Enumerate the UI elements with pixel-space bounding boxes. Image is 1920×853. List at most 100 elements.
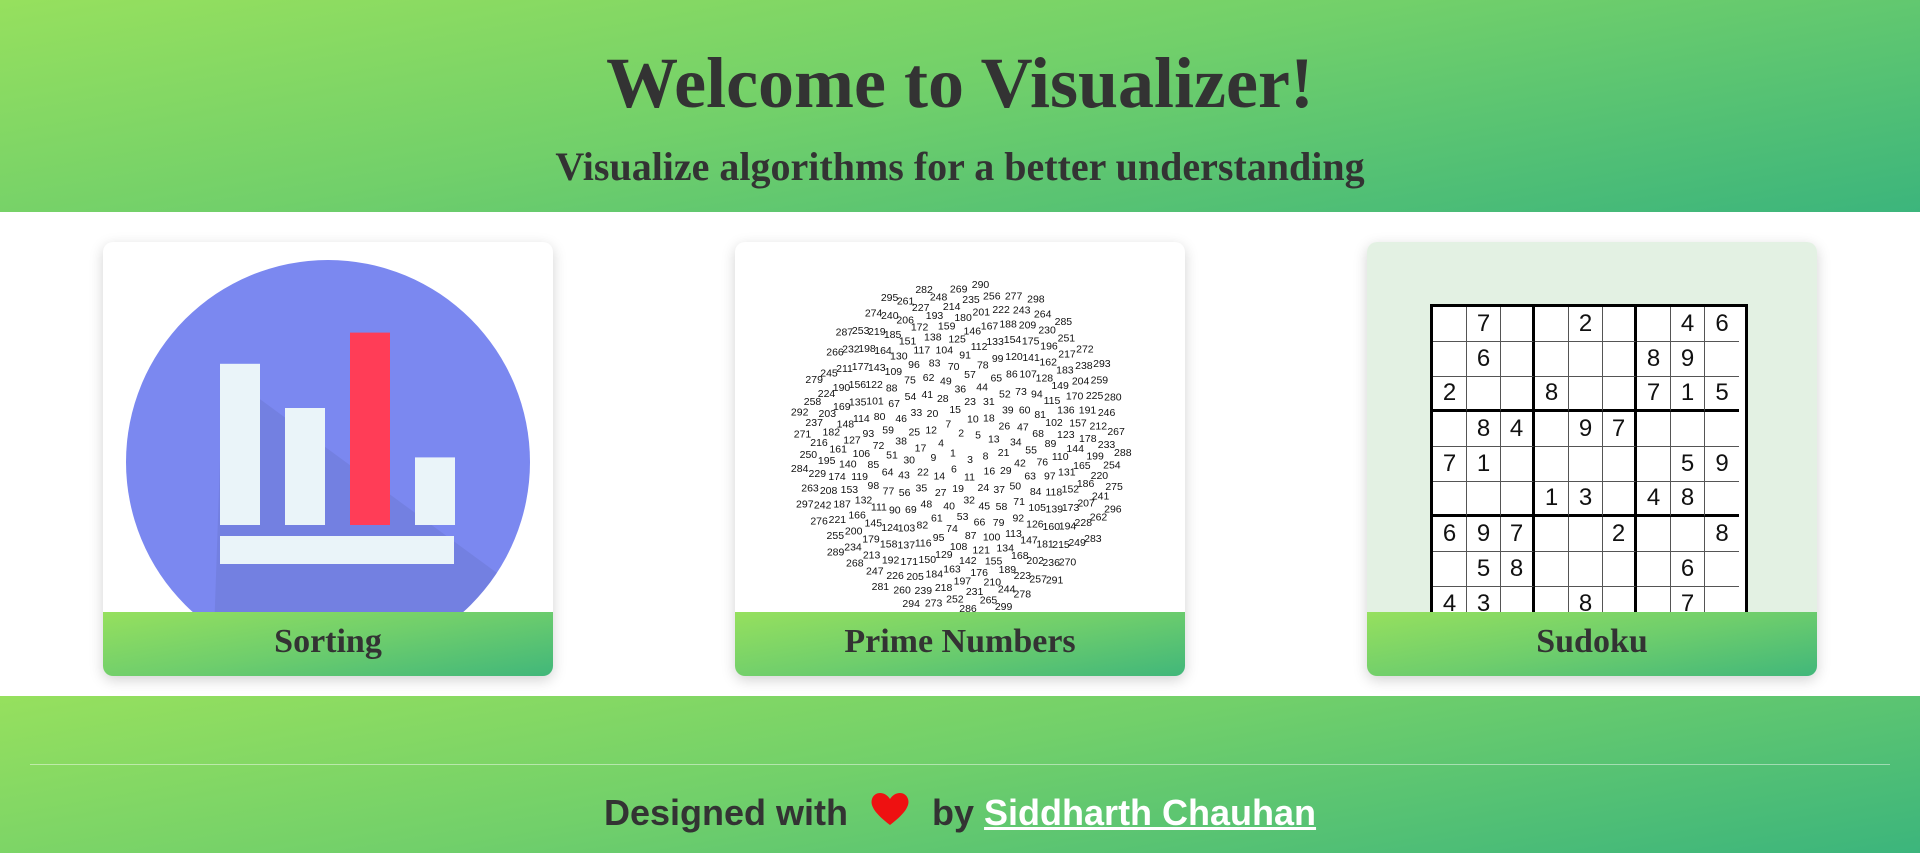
prime-number-label: 46 [895, 413, 907, 425]
prime-number-label: 192 [882, 555, 900, 567]
sudoku-cell: 8 [1569, 587, 1603, 612]
prime-number-label: 154 [1004, 334, 1022, 346]
prime-number-label: 238 [1075, 360, 1093, 372]
prime-number-label: 184 [926, 569, 944, 581]
prime-numbers-card-label: Prime Numbers [735, 612, 1185, 676]
prime-number-label: 7 [945, 419, 951, 431]
sudoku-cell: 6 [1467, 342, 1501, 377]
prime-number-label: 26 [999, 421, 1011, 433]
sorting-icon-bar [415, 457, 455, 525]
sudoku-cell [1433, 412, 1467, 447]
prime-number-label: 133 [986, 336, 1004, 348]
sudoku-card-label: Sudoku [1367, 612, 1817, 676]
sudoku-cell [1705, 412, 1739, 447]
prime-number-label: 270 [1059, 557, 1077, 569]
prime-number-label: 237 [805, 417, 823, 429]
prime-number-label: 188 [999, 319, 1017, 331]
prime-number-label: 218 [935, 582, 953, 594]
prime-numbers-card[interactable]: 1 2 3 4 5 6 7 8 9 10 11 12 13 14 15 16 17 18 19 20 21 22 23 24 2… [735, 242, 1185, 676]
prime-number-label: 2 [958, 428, 964, 440]
prime-number-label: 18 [983, 412, 995, 424]
prime-number-label: 62 [923, 372, 935, 384]
prime-number-label: 103 [898, 523, 916, 535]
prime-number-label: 175 [1022, 336, 1040, 348]
prime-number-label: 13 [988, 434, 1000, 446]
prime-number-label: 144 [1066, 443, 1084, 455]
prime-number-label: 290 [972, 279, 990, 291]
prime-number-label: 41 [921, 389, 933, 401]
sudoku-cell: 1 [1467, 447, 1501, 482]
sudoku-cell: 6 [1671, 552, 1705, 587]
sudoku-cell: 3 [1467, 587, 1501, 612]
prime-number-label: 54 [905, 391, 917, 403]
prime-number-label: 23 [964, 396, 976, 408]
sudoku-cell [1535, 517, 1569, 552]
prime-number-label: 32 [963, 495, 975, 507]
prime-number-label: 63 [1024, 471, 1036, 483]
prime-number-label: 190 [833, 382, 851, 394]
prime-number-label: 96 [908, 359, 920, 371]
prime-number-label: 271 [794, 429, 812, 441]
prime-number-label: 28 [937, 393, 949, 405]
prime-number-label: 4 [938, 438, 944, 450]
prime-number-label: 282 [915, 284, 933, 296]
prime-number-label: 230 [1038, 324, 1056, 336]
prime-number-label: 283 [1084, 533, 1102, 545]
sorting-card[interactable]: Sorting [103, 242, 553, 676]
prime-number-label: 58 [996, 501, 1008, 513]
prime-number-label: 156 [849, 379, 867, 391]
prime-number-label: 130 [890, 350, 908, 362]
prime-number-label: 84 [1030, 486, 1042, 498]
prime-number-label: 104 [936, 344, 954, 356]
prime-number-label: 239 [915, 585, 933, 597]
prime-number-label: 274 [865, 308, 883, 320]
prime-number-label: 56 [899, 487, 911, 499]
prime-number-label: 191 [1079, 404, 1097, 416]
sorting-icon-bar [285, 408, 325, 525]
prime-number-label: 141 [1022, 352, 1040, 364]
sudoku-cell [1671, 412, 1705, 447]
prime-number-label: 31 [983, 396, 995, 408]
prime-number-label: 276 [810, 516, 828, 528]
prime-number-label: 75 [904, 375, 916, 387]
prime-number-label: 16 [984, 466, 996, 478]
prime-number-label: 136 [1057, 405, 1075, 417]
prime-number-label: 206 [896, 315, 914, 327]
prime-number-label: 251 [1058, 332, 1076, 344]
prime-number-label: 183 [1056, 365, 1074, 377]
prime-number-label: 162 [1039, 357, 1057, 369]
prime-number-label: 19 [952, 483, 964, 495]
sudoku-cell [1569, 377, 1603, 412]
prime-number-label: 73 [1015, 386, 1027, 398]
sudoku-cell: 4 [1671, 307, 1705, 342]
sudoku-cell: 6 [1705, 307, 1739, 342]
sudoku-cell: 7 [1637, 377, 1671, 412]
sudoku-card[interactable]: 724668928715849771591348697285864387 Sud… [1367, 242, 1817, 676]
prime-number-label: 256 [983, 291, 1001, 303]
prime-number-label: 93 [863, 428, 875, 440]
prime-number-label: 255 [827, 530, 845, 542]
author-link[interactable]: Siddharth Chauhan [984, 792, 1316, 833]
prime-number-label: 289 [827, 547, 845, 559]
sudoku-cell [1535, 307, 1569, 342]
sorting-icon-bar [350, 332, 390, 525]
prime-number-label: 179 [862, 534, 880, 546]
sudoku-cell [1705, 587, 1739, 612]
sudoku-cell [1467, 377, 1501, 412]
sudoku-cell [1637, 412, 1671, 447]
prime-number-label: 71 [1013, 496, 1025, 508]
prime-number-label: 102 [1045, 417, 1063, 429]
sudoku-cell [1501, 587, 1535, 612]
sudoku-cell: 5 [1671, 447, 1705, 482]
prime-number-label: 281 [872, 581, 890, 593]
prime-number-label: 29 [1000, 465, 1012, 477]
sudoku-cell: 7 [1603, 412, 1637, 447]
footer: Designed with by Siddharth Chauhan [0, 696, 1920, 853]
sudoku-cell: 1 [1671, 377, 1705, 412]
sudoku-cell [1637, 447, 1671, 482]
sudoku-cell [1603, 342, 1637, 377]
prime-number-label: 196 [1040, 340, 1058, 352]
prime-number-label: 227 [912, 302, 930, 314]
prime-number-label: 288 [1114, 447, 1132, 459]
prime-number-label: 132 [855, 495, 873, 507]
